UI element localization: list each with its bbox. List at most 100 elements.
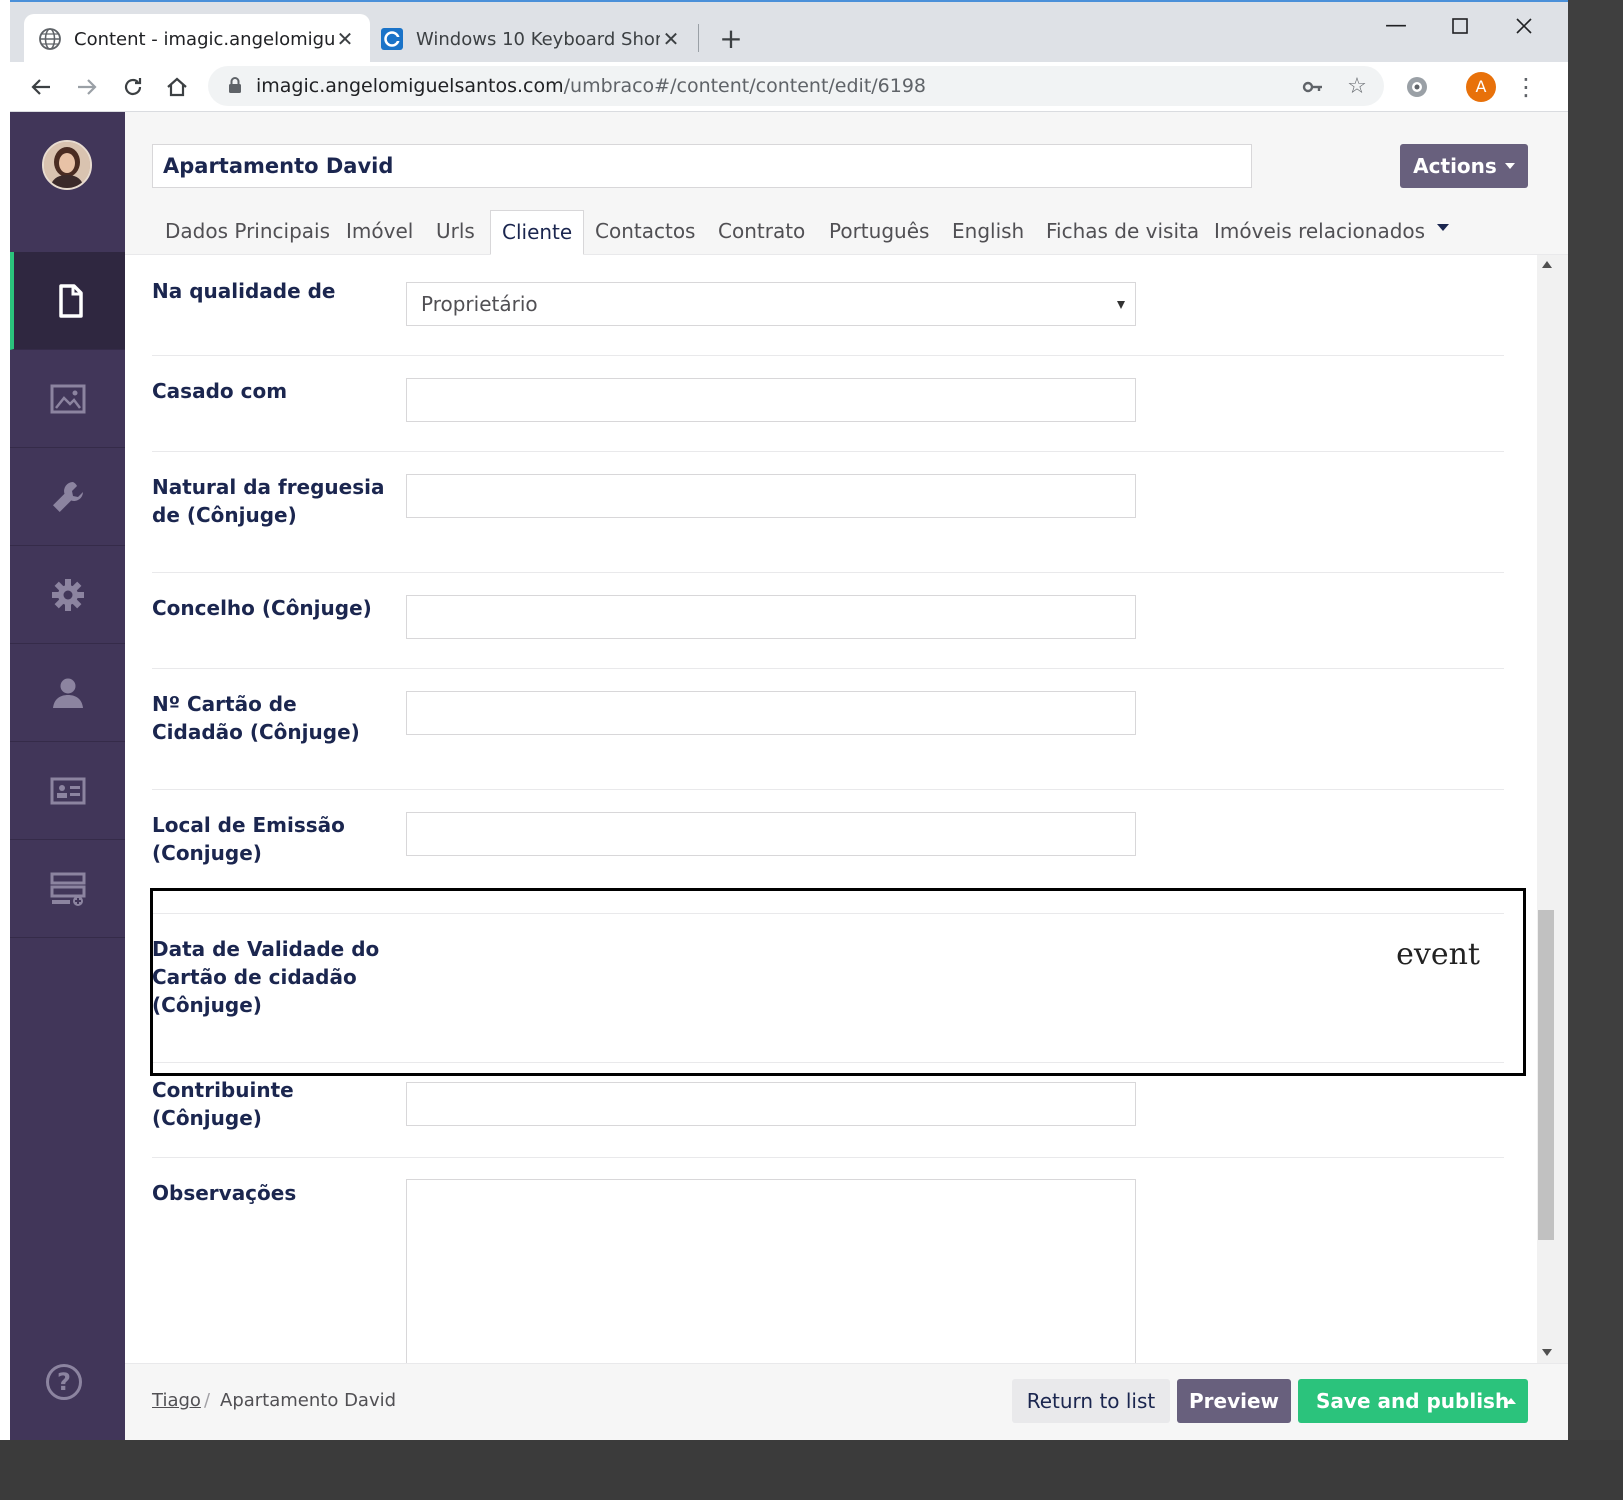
- sidebar-item-media[interactable]: [10, 350, 125, 448]
- property-list: Na qualidade de Proprietário Casado com …: [125, 255, 1537, 1363]
- scroll-up-icon[interactable]: [1542, 261, 1552, 268]
- qualidade-select[interactable]: Proprietário: [406, 282, 1136, 326]
- preview-button[interactable]: Preview: [1177, 1379, 1291, 1423]
- caret-down-icon: [1117, 301, 1125, 309]
- forward-icon[interactable]: [70, 70, 104, 104]
- publish-label: Save and publish: [1316, 1389, 1510, 1413]
- caret-up-icon[interactable]: [1506, 1398, 1516, 1404]
- property-label: Local de Emissão (Conjuge): [152, 813, 345, 865]
- home-icon[interactable]: [160, 70, 194, 104]
- property-label: Natural da freguesia de (Cônjuge): [152, 475, 385, 527]
- property-label: Na qualidade de: [152, 279, 336, 303]
- sidebar-item-members[interactable]: [10, 742, 125, 840]
- browser-tab-content[interactable]: Content - imagic.angelomiguelsantos.com …: [24, 14, 370, 64]
- wrench-icon: [52, 481, 83, 512]
- contribuinte-input[interactable]: [406, 1082, 1136, 1126]
- new-tab-button[interactable]: +: [714, 22, 748, 56]
- content-editor: Actions Dados Principais Imóvel Urls Cli…: [125, 112, 1568, 1440]
- property-row: Observações: [152, 1157, 1504, 1363]
- property-label: Contribuinte (Cônjuge): [152, 1078, 294, 1130]
- close-tab-icon[interactable]: ✕: [334, 27, 356, 51]
- key-icon[interactable]: [1298, 72, 1328, 102]
- sidebar-item-developer[interactable]: [10, 546, 125, 644]
- return-to-list-button[interactable]: Return to list: [1012, 1379, 1170, 1423]
- section-sidebar: ?: [10, 112, 125, 1440]
- sidebar-item-content[interactable]: [10, 252, 125, 350]
- breadcrumb-separator: /: [204, 1390, 211, 1411]
- property-label: Nº Cartão de Cidadão (Cônjuge): [152, 692, 360, 744]
- menu-icon[interactable]: ⋮: [1514, 72, 1538, 102]
- url-text: imagic.angelomiguelsantos.com/umbraco#/c…: [256, 75, 926, 97]
- tab-strip: Content - imagic.angelomiguelsantos.com …: [10, 0, 1568, 64]
- caret-down-icon: [1504, 163, 1515, 169]
- image-icon: [50, 384, 85, 413]
- browser-tab-shortcuts[interactable]: Windows 10 Keyboard Shortcuts ✕: [366, 14, 696, 64]
- tab-dados-principais[interactable]: Dados Principais: [165, 210, 330, 254]
- breadcrumb-current: Apartamento David: [220, 1390, 397, 1411]
- property-row: Concelho (Cônjuge): [152, 572, 1504, 669]
- minimize-icon[interactable]: —: [1376, 10, 1416, 42]
- property-row: Natural da freguesia de (Cônjuge): [152, 451, 1504, 573]
- node-name-input[interactable]: [152, 144, 1252, 188]
- star-icon[interactable]: ☆: [1342, 72, 1372, 102]
- tab-cliente[interactable]: Cliente: [490, 210, 585, 255]
- sidebar-item-settings[interactable]: [10, 448, 125, 546]
- tab-divider: [698, 24, 699, 52]
- more-tabs-icon[interactable]: [1437, 224, 1449, 231]
- close-tab-icon[interactable]: ✕: [660, 27, 682, 51]
- desktop-background: [1568, 0, 1623, 1500]
- natural-freguesia-input[interactable]: [406, 474, 1136, 518]
- url-host: imagic.angelomiguelsantos.com: [256, 75, 564, 97]
- cartao-cidadao-input[interactable]: [406, 691, 1136, 735]
- actions-button[interactable]: Actions: [1400, 144, 1528, 188]
- content-scrollbar[interactable]: [1537, 255, 1568, 1363]
- close-icon[interactable]: [1504, 10, 1544, 42]
- tab-english[interactable]: English: [952, 210, 1024, 254]
- user-icon: [52, 678, 83, 708]
- editor-header: Actions Dados Principais Imóvel Urls Cli…: [125, 112, 1568, 255]
- property-row: Casado com: [152, 355, 1504, 452]
- tab-urls[interactable]: Urls: [436, 210, 475, 254]
- profile-avatar[interactable]: A: [1466, 72, 1496, 102]
- property-row: Na qualidade de Proprietário: [152, 255, 1504, 356]
- forms-icon: [50, 872, 85, 906]
- scroll-down-icon[interactable]: [1542, 1349, 1552, 1356]
- tab-imoveis-relacionados[interactable]: Imóveis relacionados: [1214, 210, 1425, 254]
- property-label: Concelho (Cônjuge): [152, 596, 372, 620]
- breadcrumb-parent[interactable]: Tiago: [152, 1390, 201, 1411]
- browser-toolbar: imagic.angelomiguelsantos.com/umbraco#/c…: [10, 62, 1568, 112]
- highlight-box: [150, 888, 1526, 1076]
- scroll-thumb[interactable]: [1538, 910, 1554, 1240]
- local-emissao-input[interactable]: [406, 812, 1136, 856]
- url-path: /umbraco#/content/content/edit/6198: [563, 75, 927, 97]
- selected-value: Proprietário: [421, 292, 538, 316]
- concelho-input[interactable]: [406, 595, 1136, 639]
- tab-fichas-de-visita[interactable]: Fichas de visita: [1046, 210, 1199, 254]
- extension-icon[interactable]: [1402, 72, 1432, 102]
- reload-icon[interactable]: [116, 70, 150, 104]
- tab-imovel[interactable]: Imóvel: [346, 210, 413, 254]
- tab-title: Windows 10 Keyboard Shortcuts: [416, 28, 660, 50]
- lock-icon: [229, 77, 241, 93]
- sidebar-item-forms[interactable]: [10, 840, 125, 938]
- document-icon: [58, 283, 83, 318]
- taskbar-edge: [0, 1440, 1623, 1500]
- casado-com-input[interactable]: [406, 378, 1136, 422]
- tab-portugues[interactable]: Português: [829, 210, 929, 254]
- property-label: Observações: [152, 1181, 297, 1205]
- tab-contactos[interactable]: Contactos: [595, 210, 695, 254]
- maximize-icon[interactable]: [1440, 10, 1480, 42]
- save-and-publish-button[interactable]: Save and publish: [1298, 1379, 1528, 1423]
- user-avatar[interactable]: [42, 140, 92, 190]
- globe-icon: [39, 28, 61, 50]
- address-bar[interactable]: imagic.angelomiguelsantos.com/umbraco#/c…: [208, 66, 1384, 106]
- id-card-icon: [50, 777, 85, 804]
- back-icon[interactable]: [24, 70, 58, 104]
- editor-footer: Tiago / Apartamento David Return to list…: [125, 1363, 1568, 1440]
- help-icon[interactable]: ?: [46, 1364, 82, 1400]
- tab-contrato[interactable]: Contrato: [718, 210, 805, 254]
- property-row: Contribuinte (Cônjuge): [152, 1062, 1504, 1158]
- observacoes-textarea[interactable]: [406, 1179, 1136, 1363]
- sidebar-item-users[interactable]: [10, 644, 125, 742]
- property-row: Nº Cartão de Cidadão (Cônjuge): [152, 668, 1504, 790]
